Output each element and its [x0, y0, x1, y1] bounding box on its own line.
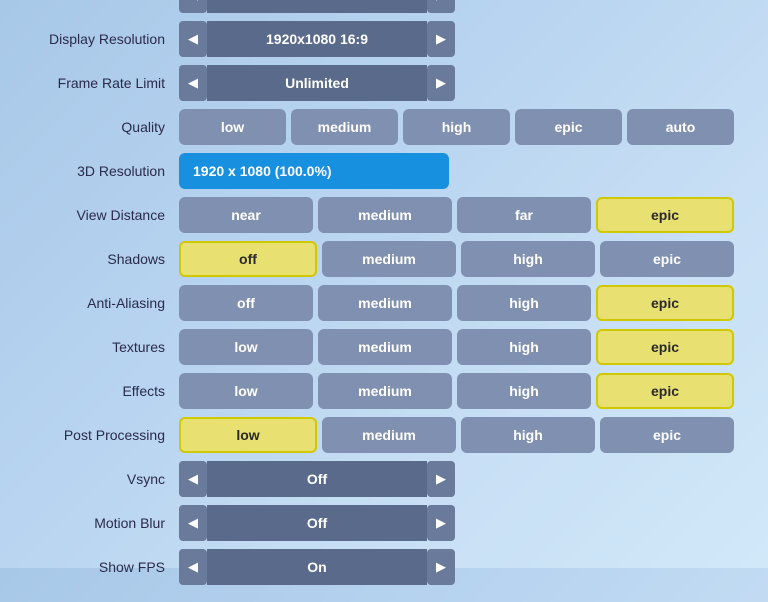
- vsync-left-arrow[interactable]: ◀: [179, 461, 207, 497]
- quality-high[interactable]: high: [403, 109, 510, 145]
- effects-medium[interactable]: medium: [318, 373, 452, 409]
- vsync-right-arrow[interactable]: ▶: [427, 461, 455, 497]
- shadows-options: off medium high epic: [179, 241, 734, 277]
- post-processing-row: Post Processing low medium high epic: [34, 416, 734, 454]
- window-mode-control: ◀ Fullscreen ▶: [179, 0, 455, 13]
- motion-blur-value: Off: [207, 505, 427, 541]
- display-resolution-value: 1920x1080 16:9: [207, 21, 427, 57]
- view-distance-near[interactable]: near: [179, 197, 313, 233]
- post-processing-options: low medium high epic: [179, 417, 734, 453]
- shadows-medium[interactable]: medium: [322, 241, 456, 277]
- frame-rate-left-arrow[interactable]: ◀: [179, 65, 207, 101]
- textures-medium[interactable]: medium: [318, 329, 452, 365]
- display-resolution-row: Display Resolution ◀ 1920x1080 16:9 ▶: [34, 20, 734, 58]
- motion-blur-left-arrow[interactable]: ◀: [179, 505, 207, 541]
- resolution-3d-value: 1920 x 1080 (100.0%): [179, 153, 449, 189]
- anti-aliasing-high[interactable]: high: [457, 285, 591, 321]
- anti-aliasing-medium[interactable]: medium: [318, 285, 452, 321]
- motion-blur-row: Motion Blur ◀ Off ▶: [34, 504, 734, 542]
- post-processing-epic[interactable]: epic: [600, 417, 734, 453]
- quality-auto[interactable]: auto: [627, 109, 734, 145]
- frame-rate-right-arrow[interactable]: ▶: [427, 65, 455, 101]
- quality-options: low medium high epic auto: [179, 109, 734, 145]
- frame-rate-value: Unlimited: [207, 65, 427, 101]
- shadows-high[interactable]: high: [461, 241, 595, 277]
- show-fps-right-arrow[interactable]: ▶: [427, 549, 455, 585]
- motion-blur-label: Motion Blur: [34, 515, 179, 531]
- display-resolution-label: Display Resolution: [34, 31, 179, 47]
- frame-rate-row: Frame Rate Limit ◀ Unlimited ▶: [34, 64, 734, 102]
- show-fps-row: Show FPS ◀ On ▶: [34, 548, 734, 586]
- show-fps-left-arrow[interactable]: ◀: [179, 549, 207, 585]
- motion-blur-control: ◀ Off ▶: [179, 505, 455, 541]
- show-fps-control: ◀ On ▶: [179, 549, 455, 585]
- effects-low[interactable]: low: [179, 373, 313, 409]
- quality-label: Quality: [34, 119, 179, 135]
- display-resolution-control: ◀ 1920x1080 16:9 ▶: [179, 21, 455, 57]
- quality-medium[interactable]: medium: [291, 109, 398, 145]
- vsync-label: Vsync: [34, 471, 179, 487]
- window-mode-row: Window Mode ◀ Fullscreen ▶: [34, 0, 734, 14]
- motion-blur-right-arrow[interactable]: ▶: [427, 505, 455, 541]
- vsync-row: Vsync ◀ Off ▶: [34, 460, 734, 498]
- window-mode-right-arrow[interactable]: ▶: [427, 0, 455, 13]
- textures-low[interactable]: low: [179, 329, 313, 365]
- post-processing-medium[interactable]: medium: [322, 417, 456, 453]
- effects-label: Effects: [34, 383, 179, 399]
- settings-panel: Window Mode ◀ Fullscreen ▶ Display Resol…: [14, 0, 754, 602]
- anti-aliasing-row: Anti-Aliasing off medium high epic: [34, 284, 734, 322]
- window-mode-value: Fullscreen: [207, 0, 427, 13]
- view-distance-epic[interactable]: epic: [596, 197, 734, 233]
- vsync-control: ◀ Off ▶: [179, 461, 455, 497]
- anti-aliasing-label: Anti-Aliasing: [34, 295, 179, 311]
- view-distance-row: View Distance near medium far epic: [34, 196, 734, 234]
- quality-row: Quality low medium high epic auto: [34, 108, 734, 146]
- textures-epic[interactable]: epic: [596, 329, 734, 365]
- shadows-epic[interactable]: epic: [600, 241, 734, 277]
- textures-row: Textures low medium high epic: [34, 328, 734, 366]
- window-mode-label: Window Mode: [34, 0, 179, 3]
- vsync-value: Off: [207, 461, 427, 497]
- textures-high[interactable]: high: [457, 329, 591, 365]
- post-processing-high[interactable]: high: [461, 417, 595, 453]
- shadows-row: Shadows off medium high epic: [34, 240, 734, 278]
- quality-low[interactable]: low: [179, 109, 286, 145]
- show-fps-value: On: [207, 549, 427, 585]
- resolution-3d-label: 3D Resolution: [34, 163, 179, 179]
- window-mode-left-arrow[interactable]: ◀: [179, 0, 207, 13]
- effects-options: low medium high epic: [179, 373, 734, 409]
- frame-rate-control: ◀ Unlimited ▶: [179, 65, 455, 101]
- post-processing-low[interactable]: low: [179, 417, 317, 453]
- post-processing-label: Post Processing: [34, 427, 179, 443]
- show-fps-label: Show FPS: [34, 559, 179, 575]
- frame-rate-label: Frame Rate Limit: [34, 75, 179, 91]
- view-distance-medium[interactable]: medium: [318, 197, 452, 233]
- view-distance-label: View Distance: [34, 207, 179, 223]
- resolution-3d-row: 3D Resolution 1920 x 1080 (100.0%): [34, 152, 734, 190]
- shadows-off[interactable]: off: [179, 241, 317, 277]
- anti-aliasing-off[interactable]: off: [179, 285, 313, 321]
- display-resolution-right-arrow[interactable]: ▶: [427, 21, 455, 57]
- textures-label: Textures: [34, 339, 179, 355]
- anti-aliasing-options: off medium high epic: [179, 285, 734, 321]
- effects-row: Effects low medium high epic: [34, 372, 734, 410]
- anti-aliasing-epic[interactable]: epic: [596, 285, 734, 321]
- display-resolution-left-arrow[interactable]: ◀: [179, 21, 207, 57]
- view-distance-options: near medium far epic: [179, 197, 734, 233]
- quality-epic[interactable]: epic: [515, 109, 622, 145]
- shadows-label: Shadows: [34, 251, 179, 267]
- effects-high[interactable]: high: [457, 373, 591, 409]
- view-distance-far[interactable]: far: [457, 197, 591, 233]
- effects-epic[interactable]: epic: [596, 373, 734, 409]
- textures-options: low medium high epic: [179, 329, 734, 365]
